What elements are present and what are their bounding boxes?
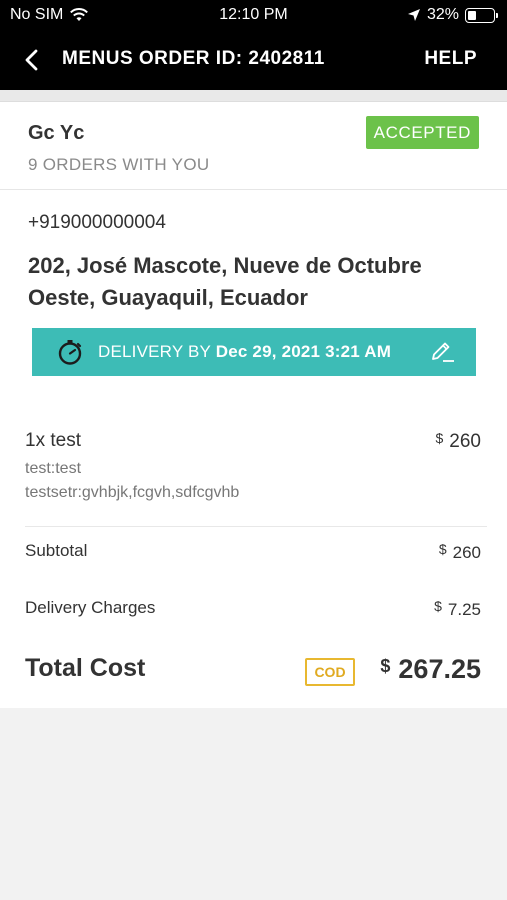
item-currency: $ — [435, 430, 444, 446]
location-arrow-icon — [407, 9, 420, 21]
status-badge: ACCEPTED — [365, 116, 479, 149]
delivery-time-bar[interactable]: DELIVERY BY Dec 29, 2021 3:21 AM — [32, 328, 476, 376]
total-amount: 267.25 — [398, 654, 481, 684]
item-price: $260 — [436, 430, 482, 453]
delivery-datetime: Dec 29, 2021 3:21 AM — [215, 342, 392, 361]
pencil-edit-icon[interactable] — [428, 338, 456, 366]
help-button[interactable]: HELP — [424, 48, 477, 70]
customer-section: Gc Yc 9 ORDERS WITH YOU ACCEPTED — [0, 102, 507, 190]
divider — [25, 526, 487, 527]
subtotal-value: $260 — [439, 541, 481, 563]
status-right: 32% — [407, 6, 498, 24]
delivery-text: DELIVERY BY Dec 29, 2021 3:21 AM — [98, 342, 391, 362]
order-card: Gc Yc 9 ORDERS WITH YOU ACCEPTED +919000… — [0, 102, 507, 708]
status-bar: No SIM 12:10 PM 32% — [0, 0, 507, 30]
delivery-charges-amount: 7.25 — [447, 600, 481, 619]
customer-address: 202, José Mascote, Nueve de Octubre Oest… — [28, 253, 422, 310]
item-option: testsetr:gvhbjk,fcgvh,sdfcgvhb — [25, 484, 240, 501]
chevron-left-icon[interactable] — [20, 46, 44, 74]
delivery-charges-currency: $ — [434, 598, 442, 614]
item-price-value: 260 — [449, 431, 481, 452]
customer-phone[interactable]: +919000000004 — [28, 212, 166, 234]
subtotal-currency: $ — [438, 541, 447, 557]
page-title: MENUS ORDER ID: 2402811 — [62, 48, 325, 69]
total-cost-label: Total Cost — [25, 654, 146, 682]
subtotal-label: Subtotal — [25, 541, 88, 560]
delivery-charges-label: Delivery Charges — [25, 598, 156, 617]
orders-count: 9 ORDERS WITH YOU — [28, 155, 210, 174]
item-name: 1x test — [25, 430, 81, 451]
item-option: test:test — [25, 460, 82, 477]
header-divider — [0, 90, 507, 102]
stopwatch-icon — [58, 340, 82, 365]
payment-method-badge: COD — [305, 658, 355, 686]
subtotal-amount: 260 — [452, 543, 481, 562]
nav-bar: MENUS ORDER ID: 2402811 HELP — [0, 30, 507, 90]
battery-percent: 32% — [426, 6, 459, 23]
total-currency: $ — [380, 656, 391, 676]
delivery-charges-value: $7.25 — [434, 598, 481, 620]
total-cost-value: $267.25 — [380, 654, 481, 685]
customer-name: Gc Yc — [28, 122, 85, 144]
battery-icon — [465, 7, 498, 23]
delivery-prefix: DELIVERY BY — [98, 342, 211, 361]
